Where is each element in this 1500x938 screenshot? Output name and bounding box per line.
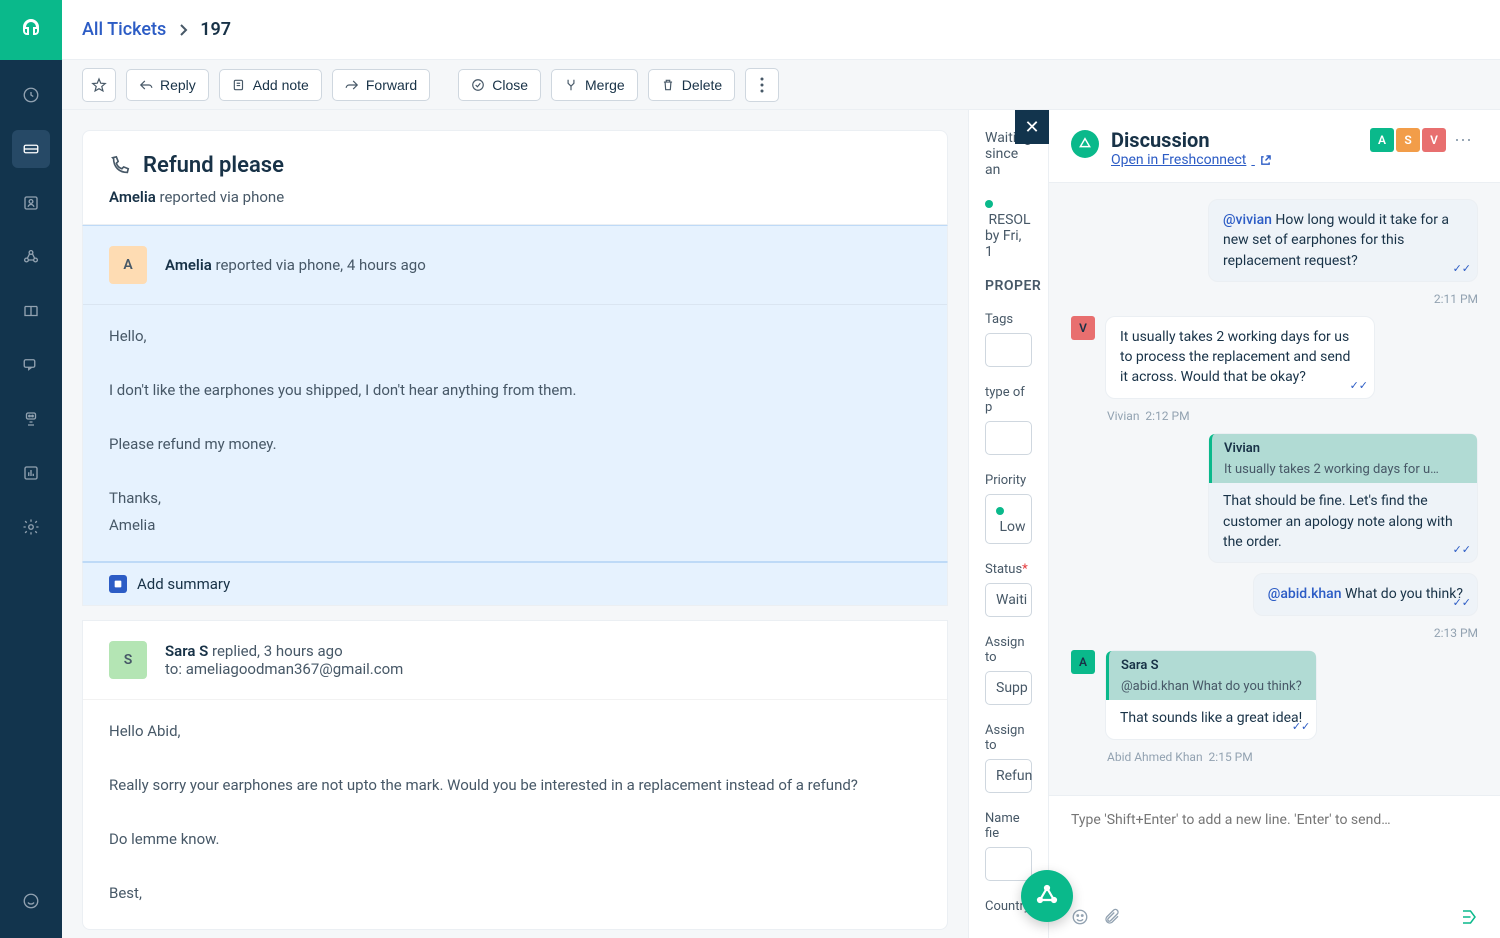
discussion-title: Discussion [1111,128,1271,152]
discussion-panel: ✕ Discussion Open in Freshconnect A S V … [1048,110,1500,938]
avatar: V [1071,316,1095,340]
nav-contacts[interactable] [12,184,50,222]
phone-icon [109,155,131,177]
read-icon: ✓✓ [1350,378,1368,394]
nav-freshconnect[interactable] [12,882,50,920]
chat-message: A Sara S@abid.khan What do you think? Th… [1071,650,1478,740]
nav-settings[interactable] [12,508,50,546]
agent-select[interactable]: Refun [985,759,1032,793]
ticket-title: Refund please [143,153,284,178]
discussion-header: Discussion Open in Freshconnect A S V ⋯ [1049,110,1500,183]
toolbar: Reply Add note Forward Close Merge Delet… [62,60,1500,110]
participant-avatar[interactable]: V [1422,128,1446,152]
document-icon [109,575,127,593]
customer-message: A Amelia reported via phone, 4 hours ago… [82,225,948,562]
name-input[interactable] [985,847,1032,881]
nav-rail [0,0,62,938]
nav-chat[interactable] [12,346,50,384]
reply-button[interactable]: Reply [126,69,209,101]
nav-automation[interactable] [12,400,50,438]
open-freshconnect-link[interactable]: Open in Freshconnect [1111,152,1271,168]
discussion-messages: @vivian How long would it take for a new… [1049,183,1500,795]
send-icon[interactable] [1460,908,1478,926]
ticket-id: 197 [200,19,231,40]
freshconnect-logo [1071,130,1099,158]
app-logo[interactable] [0,0,62,60]
nav-reports[interactable] [12,454,50,492]
message-time: 2:13 PM [1071,626,1478,640]
read-icon: ✓✓ [1292,719,1310,735]
status-select[interactable]: Waiti [985,583,1032,617]
properties-sidebar: Waitingsince an RESOLby Fri, 1 PROPER Ta… [968,110,1048,938]
read-icon: ✓✓ [1453,595,1471,611]
add-note-button[interactable]: Add note [219,69,322,101]
priority-select[interactable]: Low [985,494,1032,544]
nav-tickets[interactable] [12,130,50,168]
chat-message: @vivian How long would it take for a new… [1071,199,1478,282]
emoji-icon[interactable] [1071,908,1089,926]
message-body: Hello, I don't like the earphones you sh… [83,304,947,561]
group-select[interactable]: Supp [985,671,1032,705]
read-icon: ✓✓ [1453,261,1471,277]
message-author-time: Vivian 2:12 PM [1107,409,1478,423]
more-button[interactable] [745,68,779,102]
nav-dashboard[interactable] [12,76,50,114]
chat-message: VivianIt usually takes 2 working days fo… [1071,433,1478,564]
participant-avatar[interactable]: A [1370,128,1394,152]
message-meta: Amelia reported via phone, 4 hours ago [165,256,426,274]
message-input[interactable] [1049,796,1500,896]
delete-button[interactable]: Delete [648,69,735,101]
attachment-icon[interactable] [1103,908,1121,926]
nav-solutions[interactable] [12,292,50,330]
merge-button[interactable]: Merge [551,69,638,101]
ticket-header: Refund please Amelia reported via phone [82,130,948,225]
chat-message: @abid.khan What do you think?✓✓ [1071,573,1478,615]
ticket-column: Refund please Amelia reported via phone … [62,110,968,938]
message-author-time: Abid Ahmed Khan 2:15 PM [1107,750,1478,764]
freshconnect-fab[interactable] [1021,870,1073,922]
star-button[interactable] [82,68,116,102]
nav-network[interactable] [12,238,50,276]
main-content: All Tickets 197 Reply Add note Forward C… [62,0,1500,938]
avatar: S [109,641,147,679]
chat-message: V It usually takes 2 working days for us… [1071,316,1478,399]
quoted-message: VivianIt usually takes 2 working days fo… [1209,434,1477,484]
reply-meta: Sara S replied, 3 hours ago to: ameliago… [165,642,403,678]
reply-body: Hello Abid, Really sorry your earphones … [83,699,947,929]
avatar: A [109,246,147,284]
compose-area [1049,795,1500,938]
read-icon: ✓✓ [1453,542,1471,558]
ticket-subtitle: Amelia reported via phone [109,188,921,206]
message-time: 2:11 PM [1071,292,1478,306]
more-icon[interactable]: ⋯ [1448,130,1478,151]
participant-avatar[interactable]: S [1396,128,1420,152]
quoted-message: Sara S@abid.khan What do you think? [1106,651,1316,701]
chevron-right-icon [178,23,188,37]
tags-input[interactable] [985,333,1032,367]
type-input[interactable] [985,421,1032,455]
breadcrumb: All Tickets 197 [62,0,1500,60]
close-button[interactable]: Close [458,69,541,101]
close-icon[interactable]: ✕ [1015,110,1049,144]
forward-button[interactable]: Forward [332,69,430,101]
agent-reply: S Sara S replied, 3 hours ago to: amelia… [82,620,948,930]
avatar: A [1071,650,1095,674]
breadcrumb-link[interactable]: All Tickets [82,19,166,40]
add-summary-button[interactable]: Add summary [82,562,948,606]
